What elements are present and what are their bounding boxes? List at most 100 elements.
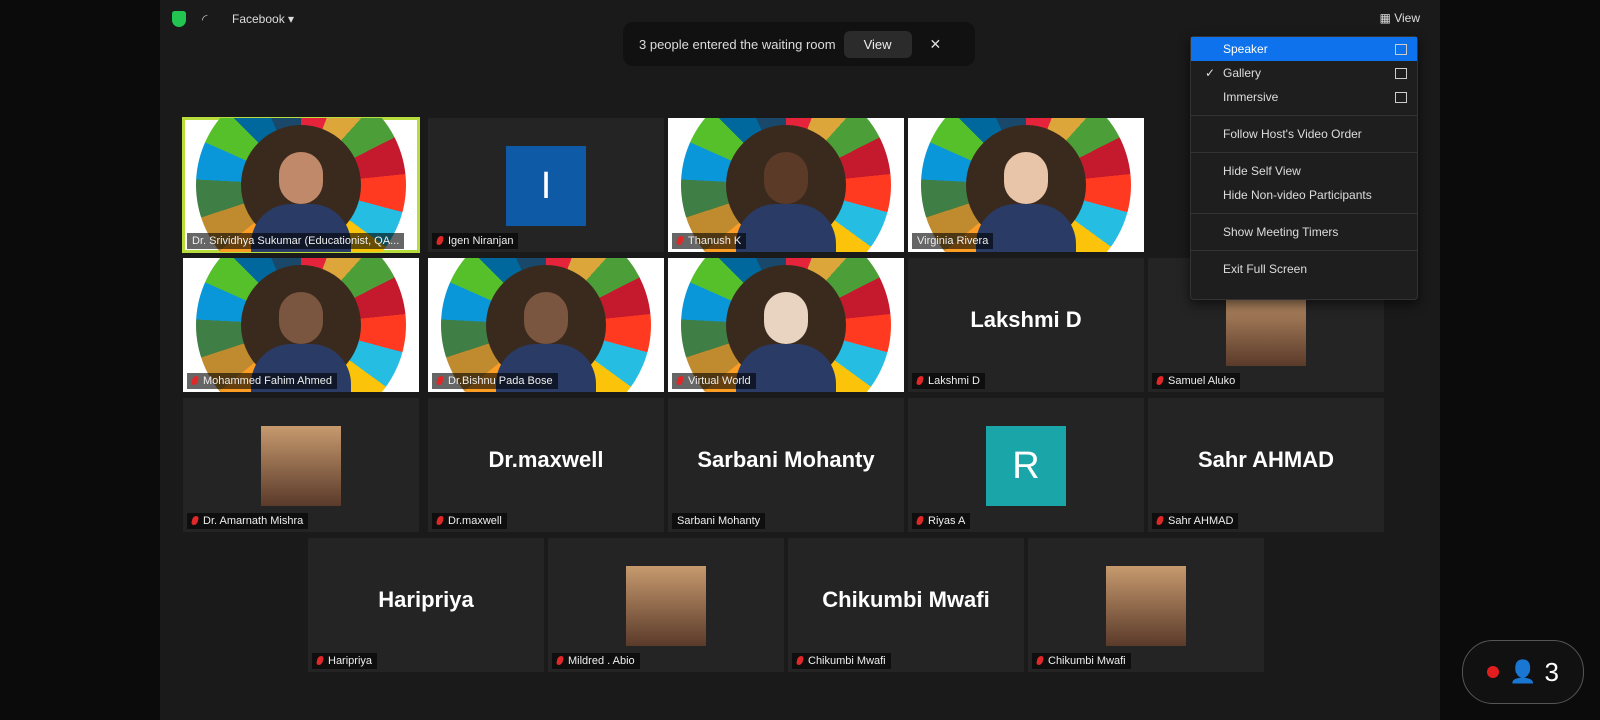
menu-label: Hide Non-video Participants <box>1223 188 1372 202</box>
menu-item-hide-self-view[interactable]: Hide Self View <box>1191 159 1417 183</box>
security-shield-icon[interactable] <box>172 11 186 27</box>
participant-tile[interactable]: Sahr AHMAD Sahr AHMAD <box>1148 398 1384 532</box>
speaker-view-icon <box>1395 44 1407 55</box>
participant-tile[interactable]: Thanush K <box>668 118 904 252</box>
participant-name: Mildred . Abio <box>568 655 635 667</box>
participant-tile[interactable]: Dr.maxwell Dr.maxwell <box>428 398 664 532</box>
grid-icon: ▦ <box>1379 11 1391 25</box>
participant-tile[interactable]: Sarbani Mohanty Sarbani Mohanty <box>668 398 904 532</box>
participant-display-name: Sarbani Mohanty <box>697 446 875 472</box>
participant-name: Dr. Amarnath Mishra <box>203 515 304 527</box>
participant-name-label: Igen Niranjan <box>432 233 519 249</box>
letter-avatar: R <box>986 426 1066 506</box>
participant-name: Thanush K <box>688 235 742 247</box>
muted-mic-icon <box>190 376 200 385</box>
recording-dot-icon <box>1487 666 1500 678</box>
participant-name-label: Chikumbi Mwafi <box>1032 653 1131 669</box>
participant-name-label: Sahr AHMAD <box>1152 513 1239 529</box>
profile-photo <box>626 566 706 646</box>
participant-tile[interactable]: Lakshmi D Lakshmi D <box>908 258 1144 392</box>
notification-view-button[interactable]: View <box>843 30 912 58</box>
participant-name-label: Chikumbi Mwafi <box>792 653 891 669</box>
participant-display-name: Haripriya <box>378 586 474 612</box>
participant-tile[interactable]: Chikumbi Mwafi Chikumbi Mwafi <box>788 538 1024 672</box>
participant-tile[interactable]: Dr. Srividhya Sukumar (Educationist, QA.… <box>182 117 420 253</box>
participant-name: Sahr AHMAD <box>1168 515 1234 527</box>
participant-name-label: Dr.Bishnu Pada Bose <box>432 373 558 389</box>
menu-item-speaker[interactable]: Speaker <box>1191 37 1417 61</box>
muted-mic-icon <box>915 516 925 525</box>
participant-name-label: Mohammed Fahim Ahmed <box>187 373 337 389</box>
live-stream-icon[interactable]: ◜ <box>202 11 207 28</box>
participant-name-label: Samuel Aluko <box>1152 373 1241 389</box>
participant-tile[interactable]: I Igen Niranjan <box>428 118 664 252</box>
participant-tile[interactable]: Virginia Rivera <box>908 118 1144 252</box>
view-menu: Speaker ✓ Gallery Immersive Follow Host's… <box>1190 36 1418 300</box>
participant-head <box>764 292 808 344</box>
participant-name-label: Virtual World <box>672 373 756 389</box>
muted-mic-icon <box>190 516 200 525</box>
menu-item-hide-non-video[interactable]: Hide Non-video Participants <box>1191 183 1417 207</box>
muted-mic-icon <box>795 656 805 665</box>
participant-tile[interactable]: Mildred . Abio <box>548 538 784 672</box>
participant-name: Haripriya <box>328 655 373 667</box>
stream-label: Facebook <box>232 12 285 26</box>
immersive-view-icon <box>1395 92 1407 103</box>
participant-name: Riyas A <box>928 515 966 527</box>
menu-item-gallery[interactable]: ✓ Gallery <box>1191 61 1417 85</box>
participant-name: Virtual World <box>688 375 751 387</box>
close-icon[interactable]: ✕ <box>930 36 942 53</box>
notification-text: 3 people entered the waiting room <box>639 36 836 52</box>
muted-mic-icon <box>435 376 445 385</box>
participant-tile[interactable]: Dr.Bishnu Pada Bose <box>428 258 664 392</box>
participant-name-label: Lakshmi D <box>912 373 985 389</box>
muted-mic-icon <box>915 376 925 385</box>
participant-display-name: Chikumbi Mwafi <box>822 586 990 612</box>
muted-mic-icon <box>675 236 685 245</box>
menu-item-immersive[interactable]: Immersive <box>1191 85 1417 109</box>
participant-name-label: Haripriya <box>312 653 378 669</box>
participant-name-label: Dr. Srividhya Sukumar (Educationist, QA.… <box>187 233 405 249</box>
menu-item-exit-full-screen[interactable]: Exit Full Screen <box>1191 257 1417 281</box>
participant-name: Dr.maxwell <box>448 515 502 527</box>
participant-head <box>764 152 808 204</box>
participant-name-label: Virginia Rivera <box>912 233 994 249</box>
menu-label: Speaker <box>1223 42 1268 56</box>
view-button[interactable]: ▦ View <box>1380 11 1420 25</box>
menu-label: Hide Self View <box>1223 164 1301 178</box>
participant-name: Lakshmi D <box>928 375 980 387</box>
participant-name-label: Thanush K <box>672 233 747 249</box>
muted-mic-icon <box>1035 656 1045 665</box>
letter-avatar: I <box>506 146 586 226</box>
participant-head <box>279 292 323 344</box>
participant-tile[interactable]: Mohammed Fahim Ahmed <box>183 258 419 392</box>
participant-name-label: Sarbani Mohanty <box>672 513 766 529</box>
participant-display-name: Dr.maxwell <box>488 446 604 472</box>
participant-tile[interactable]: Haripriya Haripriya <box>308 538 544 672</box>
participant-name-label: Mildred . Abio <box>552 653 640 669</box>
participant-name-label: Riyas A <box>912 513 971 529</box>
participant-tile[interactable]: Dr. Amarnath Mishra <box>183 398 419 532</box>
participant-name: Dr.Bishnu Pada Bose <box>448 375 553 387</box>
participant-tile[interactable]: Virtual World <box>668 258 904 392</box>
menu-label: Immersive <box>1223 90 1279 104</box>
menu-item-show-timers[interactable]: Show Meeting Timers <box>1191 220 1417 244</box>
muted-mic-icon <box>435 516 445 525</box>
participant-display-name: Sahr AHMAD <box>1197 446 1335 472</box>
participant-name-label: Dr.maxwell <box>432 513 507 529</box>
participant-name-label: Dr. Amarnath Mishra <box>187 513 309 529</box>
muted-mic-icon <box>435 236 445 245</box>
menu-item-follow-host-order[interactable]: Follow Host's Video Order <box>1191 122 1417 146</box>
recording-indicator[interactable]: 👤 3 <box>1462 640 1584 704</box>
gallery-view-icon <box>1395 68 1407 79</box>
participant-tile[interactable]: R Riyas A <box>908 398 1144 532</box>
menu-divider <box>1191 250 1417 251</box>
menu-divider <box>1191 115 1417 116</box>
stream-destination-dropdown[interactable]: Facebook ▾ <box>226 9 300 29</box>
profile-photo <box>1106 566 1186 646</box>
muted-mic-icon <box>675 376 685 385</box>
muted-mic-icon <box>315 656 325 665</box>
waiting-room-notification: 3 people entered the waiting room View ✕ <box>623 22 975 66</box>
participant-tile[interactable]: Chikumbi Mwafi <box>1028 538 1264 672</box>
participant-body <box>736 204 836 252</box>
